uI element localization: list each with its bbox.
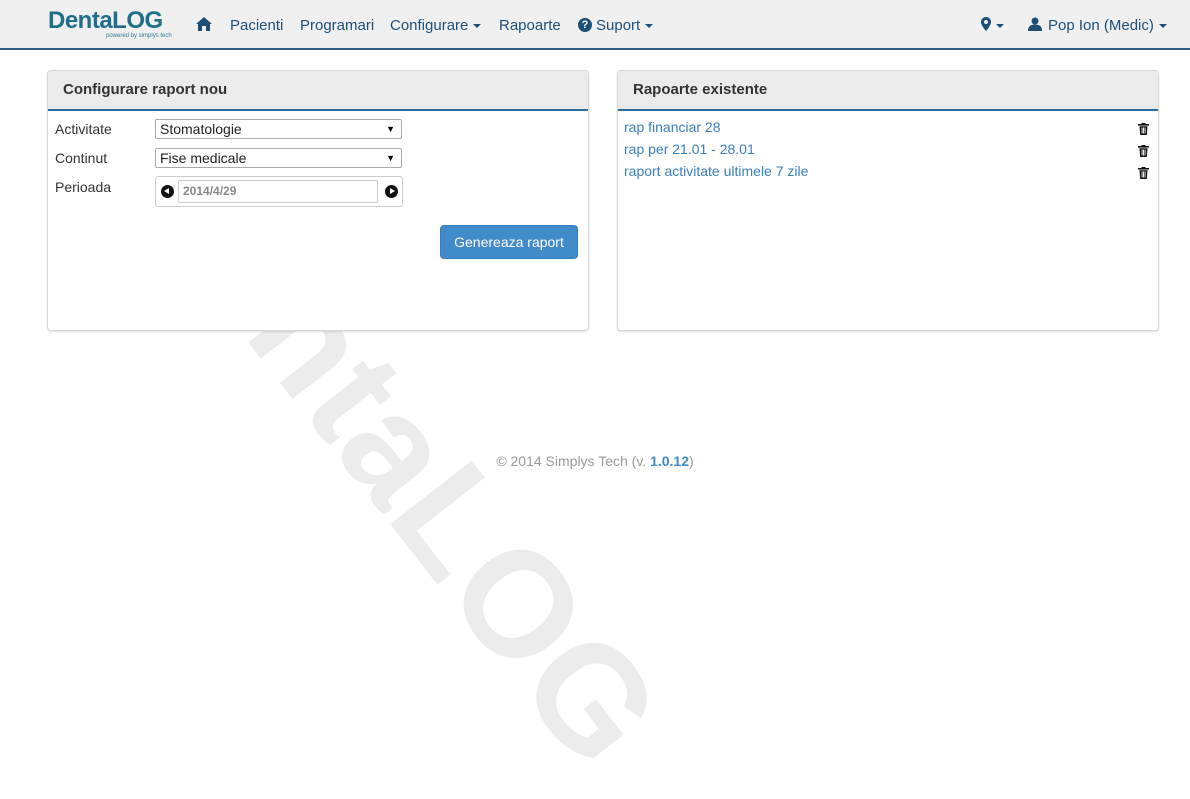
select-arrow-icon: ▼ [386,124,395,134]
nav-suport-dropdown[interactable]: ? Suport [578,0,654,50]
page-footer: © 2014 Simplys Tech (v. 1.0.12) [0,453,1190,469]
new-report-title: Configurare raport nou [48,71,588,111]
caret-down-icon [473,24,482,29]
caret-down-icon [1158,24,1167,29]
content-value: Fise medicale [160,150,247,166]
generate-report-button[interactable]: Genereaza raport [440,225,578,259]
activity-value: Stomatologie [160,121,242,137]
nav-programari[interactable]: Programari [300,0,374,50]
footer-version: 1.0.12 [650,453,689,469]
nav-configurare-dropdown[interactable]: Configurare [390,0,482,50]
existing-reports-panel: Rapoarte existente rap financiar 28 rap … [617,70,1159,331]
list-item: raport activitate ultimele 7 zile [624,163,1149,183]
period-picker: 2014/4/29 [155,176,403,207]
question-circle-icon: ? [578,18,592,33]
caret-down-icon [996,24,1004,29]
existing-reports-title: Rapoarte existente [618,71,1158,111]
activity-label: Activitate [55,121,112,137]
dentalog-logo[interactable]: DentaLOG powered by simplys tech [48,8,178,42]
list-item: rap financiar 28 [624,119,1149,139]
next-date-icon[interactable] [385,185,398,198]
nav-rapoarte[interactable]: Rapoarte [499,0,561,50]
trash-icon[interactable] [1138,145,1149,157]
trash-icon[interactable] [1138,123,1149,135]
home-icon[interactable] [196,0,212,50]
activity-select[interactable]: Stomatologie ▼ [155,119,402,139]
map-marker-icon [981,17,991,32]
report-link[interactable]: rap per 21.01 - 28.01 [624,141,755,157]
user-icon [1028,17,1042,32]
report-link[interactable]: rap financiar 28 [624,119,721,135]
footer-copyright: © 2014 Simplys Tech (v. [496,453,651,469]
caret-down-icon [645,24,654,29]
period-input[interactable]: 2014/4/29 [178,180,378,203]
footer-suffix: ) [689,453,694,469]
logo-text: DentaLOG [48,7,163,34]
nav-pacienti[interactable]: Pacienti [230,0,283,50]
nav-suport-label: Suport [596,17,641,34]
location-dropdown[interactable] [981,0,1004,50]
content-label: Continut [55,150,108,166]
select-arrow-icon: ▼ [386,153,395,163]
list-item: rap per 21.01 - 28.01 [624,141,1149,161]
report-link[interactable]: raport activitate ultimele 7 zile [624,163,808,179]
logo-tagline: powered by simplys tech [106,33,172,39]
new-report-panel: Configurare raport nou Activitate Stomat… [47,70,589,331]
period-label: Perioada [55,179,112,195]
nav-configurare-label: Configurare [390,17,469,34]
prev-date-icon[interactable] [161,185,174,198]
content-select[interactable]: Fise medicale ▼ [155,148,402,168]
top-navbar: DentaLOG powered by simplys tech Pacient… [0,0,1190,50]
user-menu-dropdown[interactable]: Pop Ion (Medic) [1028,0,1167,50]
trash-icon[interactable] [1138,167,1149,179]
user-name: Pop Ion (Medic) [1048,17,1154,34]
